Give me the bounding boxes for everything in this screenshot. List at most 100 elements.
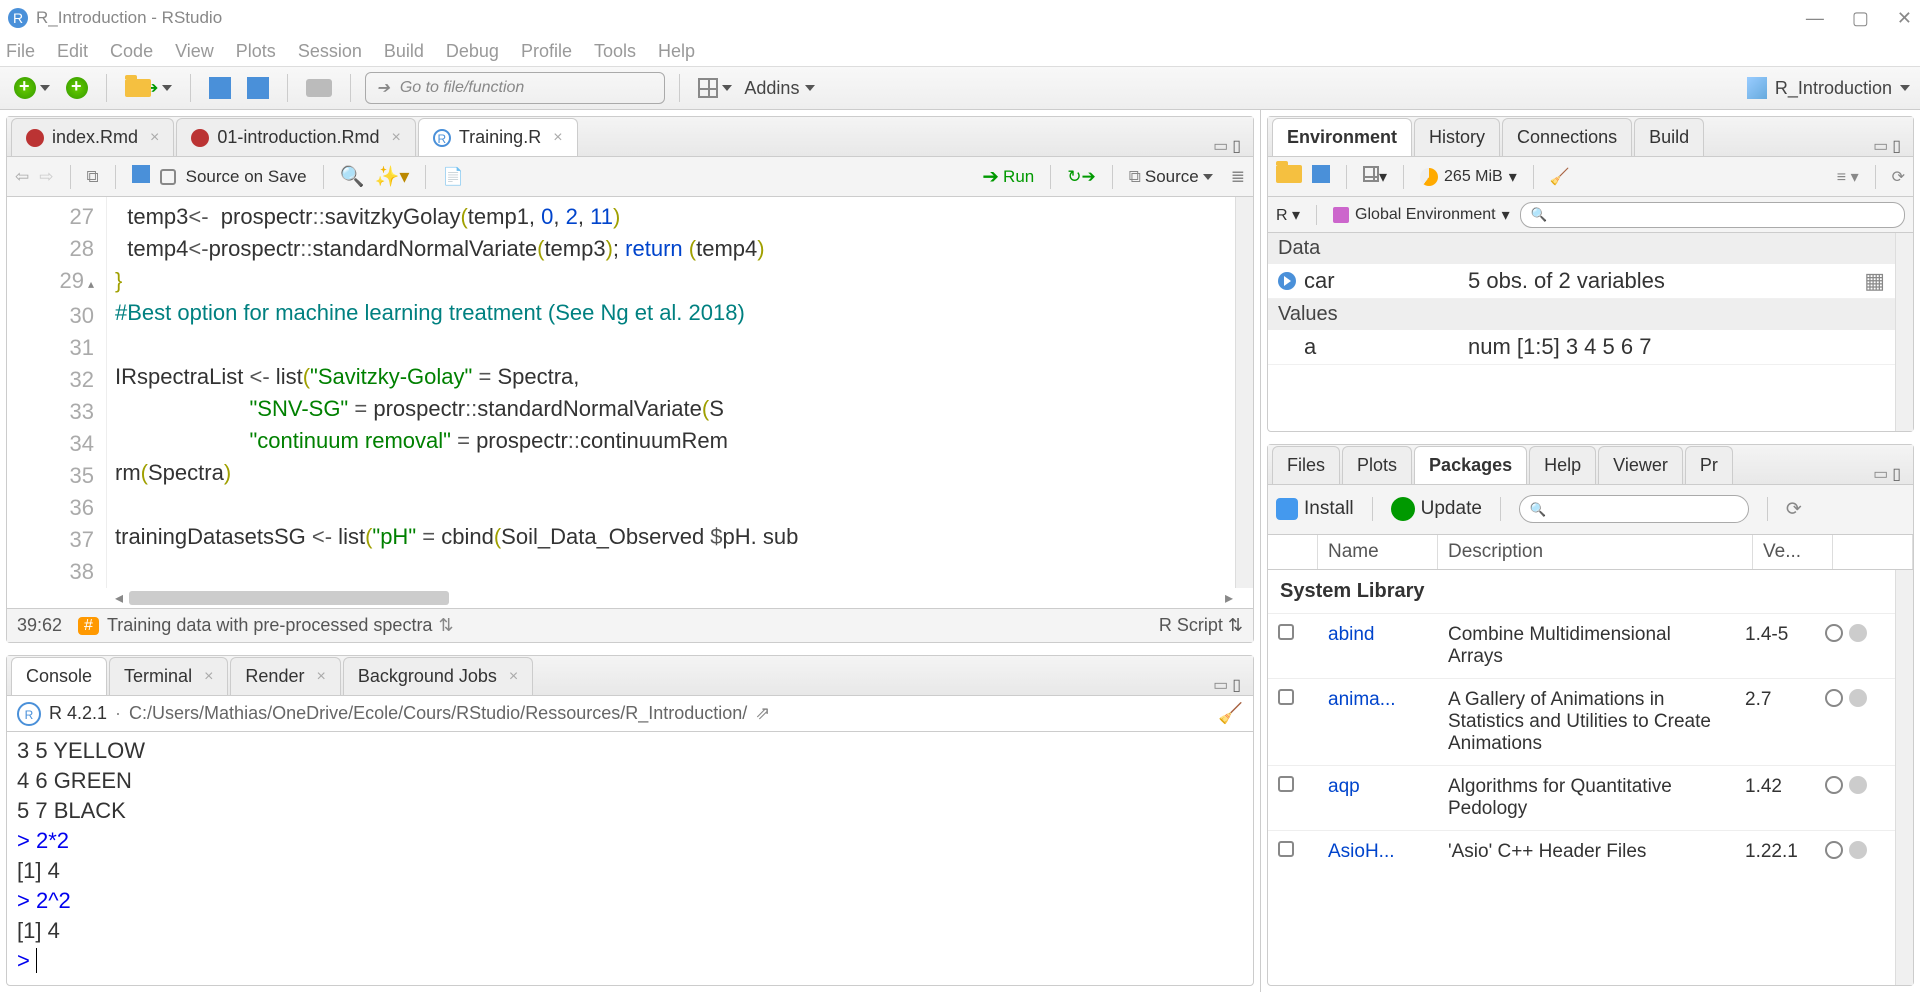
tab-presentation[interactable]: Pr [1685,446,1733,484]
tab-files[interactable]: Files [1272,446,1340,484]
compile-report-button[interactable]: 📄 [442,167,463,187]
remove-icon[interactable] [1849,624,1867,642]
tab-01-introduction-rmd[interactable]: 01-introduction.Rmd× [176,118,415,156]
code-tools-button[interactable]: ✨▾ [375,164,410,189]
close-icon[interactable]: × [150,129,159,147]
back-button[interactable]: ⇦ [15,167,29,187]
web-icon[interactable] [1825,776,1843,794]
close-icon[interactable]: × [204,668,213,686]
pkg-link[interactable]: aqp [1328,776,1360,797]
close-icon[interactable]: × [391,129,400,147]
pane-layout-button[interactable] [694,76,736,100]
open-file-button[interactable]: ➔ [121,76,176,100]
packages-vscrollbar[interactable] [1895,570,1913,986]
menu-tools[interactable]: Tools [594,41,636,62]
run-button[interactable]: ➔Run [982,164,1034,189]
editor-vscrollbar[interactable] [1235,197,1253,588]
pkg-load-checkbox[interactable] [1278,689,1294,705]
close-button[interactable]: ✕ [1897,8,1912,29]
r-engine-menu[interactable]: R ▾ [1276,205,1300,225]
source-button[interactable]: ⧉Source [1129,167,1213,187]
clear-console-icon[interactable]: 🧹 [1218,701,1243,726]
minimize-pane-icon[interactable]: ▭ [1873,464,1888,484]
code-content[interactable]: temp3<- prospectr::savitzkyGolay(temp1, … [107,197,1235,588]
close-icon[interactable]: × [553,129,562,147]
new-project-button[interactable] [62,75,92,101]
remove-icon[interactable] [1849,841,1867,859]
addins-menu[interactable]: Addins [744,78,815,99]
maximize-pane-icon[interactable]: ▯ [1232,675,1241,695]
menu-edit[interactable]: Edit [57,41,88,62]
tab-terminal[interactable]: Terminal× [109,657,228,695]
tab-background-jobs[interactable]: Background Jobs× [343,657,533,695]
packages-search-input[interactable] [1519,495,1749,523]
code-editor[interactable]: 27 28 29▴ 30 31 32 33 34 35 36 37 38 tem… [7,197,1253,588]
pkg-link[interactable]: AsioH... [1328,841,1395,862]
maximize-pane-icon[interactable]: ▯ [1892,136,1901,156]
env-row-car[interactable]: car 5 obs. of 2 variables ▦ [1268,264,1895,299]
view-mode-button[interactable]: ≡ ▾ [1837,167,1859,187]
pkg-load-checkbox[interactable] [1278,776,1294,792]
env-row-a[interactable]: a num [1:5] 3 4 5 6 7 [1268,330,1895,365]
env-search-input[interactable] [1520,202,1905,228]
tab-console[interactable]: Console [11,657,107,695]
section-label[interactable]: Training data with pre-processed spectra [107,615,433,636]
menu-plots[interactable]: Plots [236,41,276,62]
rerun-button[interactable]: ↻➔ [1067,167,1096,187]
console-output[interactable]: 3 5 YELLOW4 6 GREEN5 7 BLACK> 2*2[1] 4> … [7,732,1253,985]
minimize-pane-icon[interactable]: ▭ [1213,136,1228,156]
tab-build[interactable]: Build [1634,118,1704,156]
environment-scope-menu[interactable]: Global Environment ▾ [1333,205,1510,225]
print-button[interactable] [302,77,336,99]
editor-hscrollbar[interactable]: ◂ ▸ [7,588,1253,608]
tab-help[interactable]: Help [1529,446,1596,484]
tab-training-r[interactable]: RTraining.R× [418,118,578,156]
pkg-load-checkbox[interactable] [1278,624,1294,640]
menu-build[interactable]: Build [384,41,424,62]
web-icon[interactable] [1825,624,1843,642]
import-dataset-button[interactable]: ▾ [1363,166,1387,187]
pkg-link[interactable]: anima... [1328,689,1396,710]
close-icon[interactable]: × [509,668,518,686]
outline-button[interactable]: ≣ [1231,167,1245,187]
menu-debug[interactable]: Debug [446,41,499,62]
clear-workspace-button[interactable]: 🧹 [1550,167,1570,187]
remove-icon[interactable] [1849,689,1867,707]
view-data-icon[interactable]: ▦ [1864,268,1885,294]
expand-icon[interactable] [1278,272,1296,290]
menu-session[interactable]: Session [298,41,362,62]
install-packages-button[interactable]: Install [1276,498,1354,520]
save-workspace-button[interactable] [1312,165,1330,188]
menu-profile[interactable]: Profile [521,41,572,62]
update-packages-button[interactable]: Update [1391,497,1482,521]
tab-environment[interactable]: Environment [1272,118,1412,156]
tab-plots[interactable]: Plots [1342,446,1412,484]
file-type-menu[interactable]: R Script ⇅ [1159,615,1243,636]
env-vscrollbar[interactable] [1895,233,1913,431]
maximize-pane-icon[interactable]: ▯ [1892,464,1901,484]
project-menu[interactable]: R_Introduction [1747,77,1910,99]
show-in-new-window-button[interactable]: ⧉ [87,167,99,187]
tab-history[interactable]: History [1414,118,1500,156]
menu-help[interactable]: Help [658,41,695,62]
new-file-button[interactable] [10,75,54,101]
menu-code[interactable]: Code [110,41,153,62]
pkg-load-checkbox[interactable] [1278,841,1294,857]
tab-index-rmd[interactable]: index.Rmd× [11,118,174,156]
tab-viewer[interactable]: Viewer [1598,446,1683,484]
save-source-button[interactable] [132,165,150,188]
goto-file-function-input[interactable]: ➔ Go to file/function [365,72,665,104]
source-on-save-checkbox[interactable] [160,169,176,185]
refresh-packages-button[interactable]: ⟳ [1786,498,1802,521]
load-workspace-button[interactable] [1276,165,1302,188]
save-button[interactable] [205,75,235,101]
save-all-button[interactable] [243,75,273,101]
maximize-pane-icon[interactable]: ▯ [1232,136,1241,156]
find-replace-button[interactable]: 🔍 [340,164,365,189]
minimize-pane-icon[interactable]: ▭ [1873,136,1888,156]
memory-usage[interactable]: 265 MiB ▾ [1420,167,1517,187]
web-icon[interactable] [1825,841,1843,859]
tab-connections[interactable]: Connections [1502,118,1632,156]
remove-icon[interactable] [1849,776,1867,794]
working-directory[interactable]: C:/Users/Mathias/OneDrive/Ecole/Cours/RS… [129,703,747,724]
